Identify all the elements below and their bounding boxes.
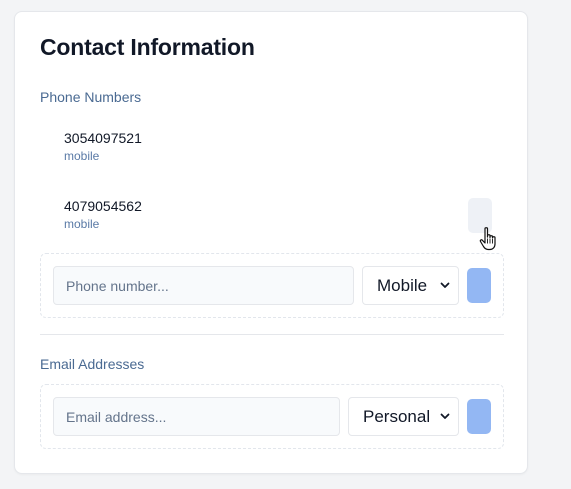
- phone-input[interactable]: [53, 266, 354, 305]
- add-email-row: Personal: [40, 384, 504, 449]
- phone-number: 3054097521: [64, 130, 142, 146]
- email-type-select-value: Personal: [363, 406, 431, 426]
- phone-type-select[interactable]: Mobile: [362, 266, 459, 305]
- phone-type-select-value: Mobile: [377, 275, 428, 295]
- phone-list-item: 3054097521 mobile: [40, 130, 504, 174]
- email-input[interactable]: [53, 397, 340, 436]
- add-email-button[interactable]: [467, 399, 491, 434]
- remove-phone-button[interactable]: [468, 198, 492, 233]
- phone-number: 4079054562: [64, 198, 142, 214]
- page-title: Contact Information: [40, 34, 255, 60]
- phone-type: mobile: [64, 149, 100, 163]
- phone-section-label: Phone Numbers: [40, 89, 142, 105]
- chevron-down-icon: [440, 282, 450, 288]
- phone-list-item: 4079054562 mobile: [40, 198, 504, 242]
- chevron-down-icon: [440, 413, 450, 419]
- add-phone-button[interactable]: [467, 268, 491, 303]
- phone-type: mobile: [64, 217, 100, 231]
- email-type-select[interactable]: Personal: [348, 397, 459, 436]
- email-section-label: Email Addresses: [40, 356, 145, 372]
- add-phone-row: Mobile: [40, 253, 504, 318]
- section-divider: [40, 334, 504, 335]
- contact-card: Contact Information Phone Numbers 305409…: [14, 11, 528, 474]
